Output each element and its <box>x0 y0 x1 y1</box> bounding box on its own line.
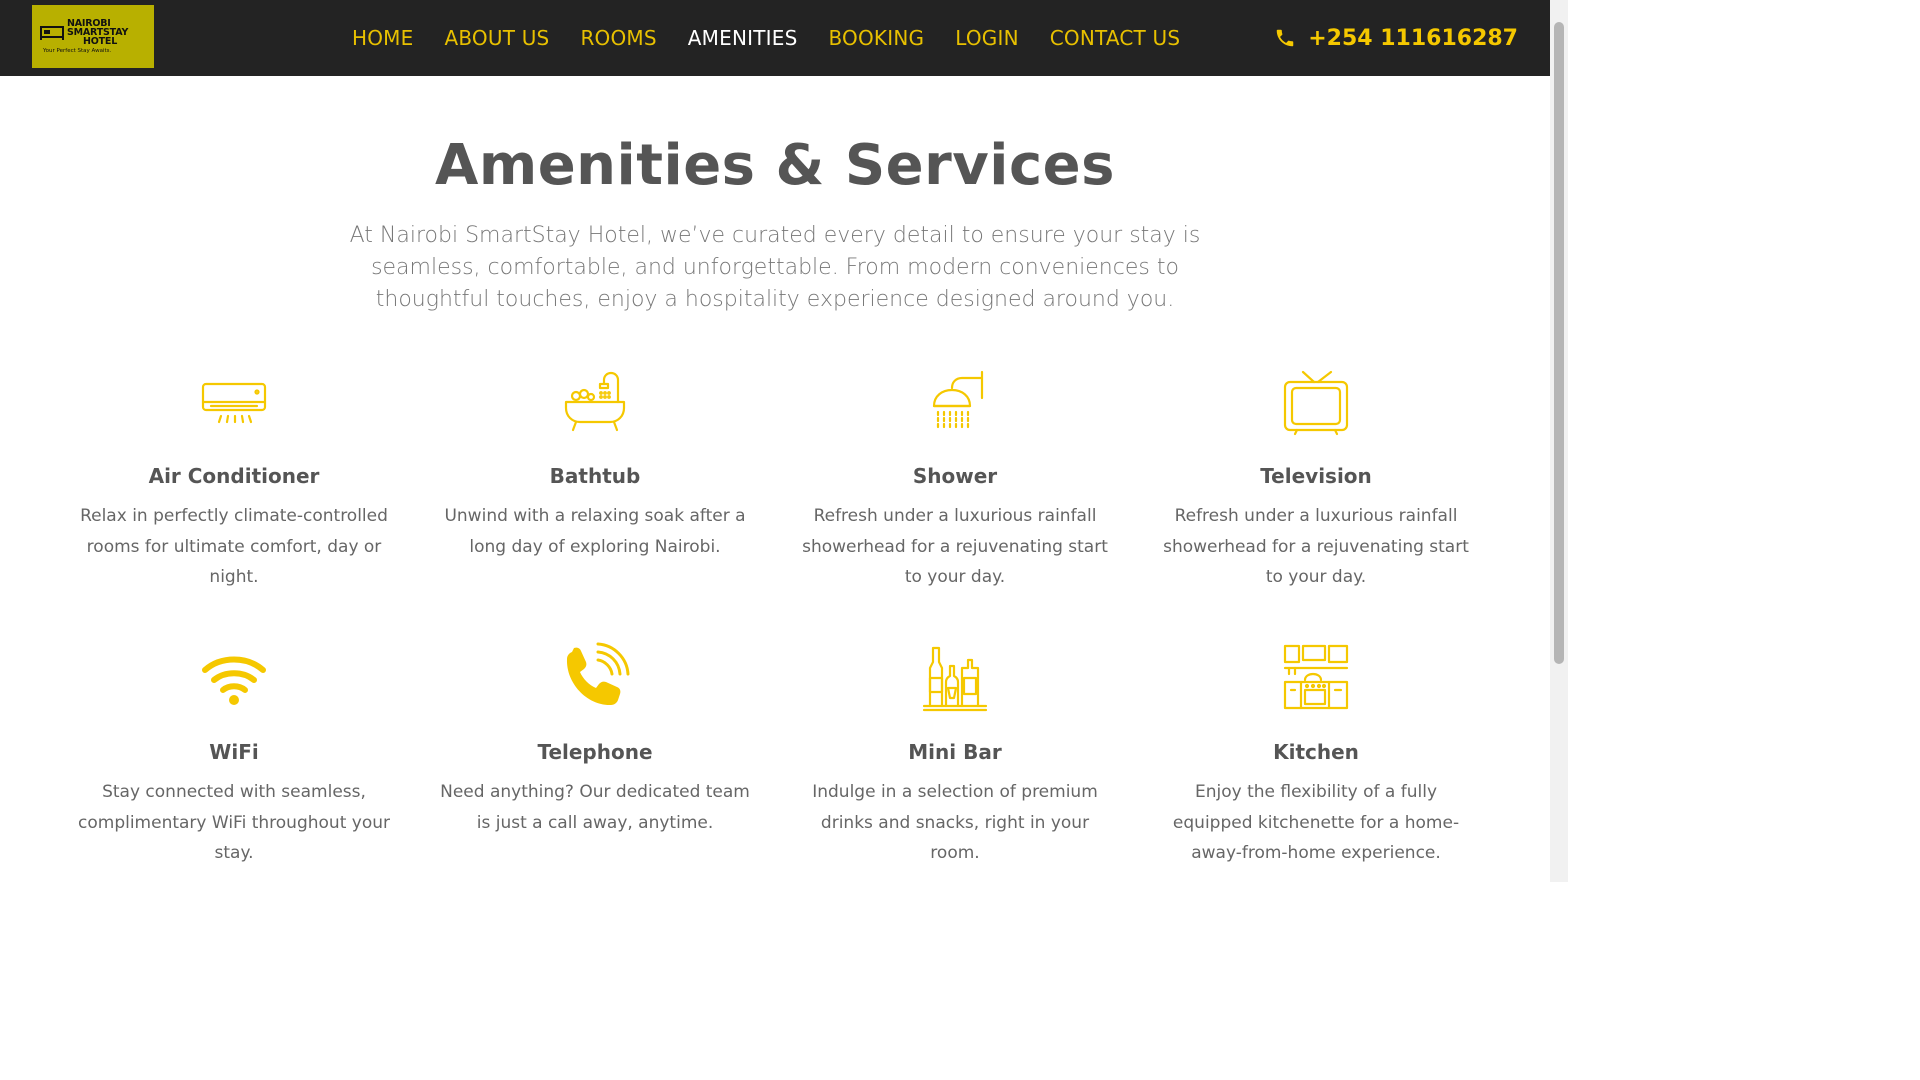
wifi-icon <box>202 656 266 705</box>
amenity-description: Refresh under a luxurious rainfall showe… <box>802 506 1108 587</box>
amenity-description: Need anything? Our dedicated team is jus… <box>440 782 750 833</box>
shower-icon <box>932 370 984 430</box>
phone-icon <box>1276 29 1294 47</box>
amenity-description: Relax in perfectly climate-controlled ro… <box>80 506 388 587</box>
bed-icon <box>40 25 64 40</box>
logo-line-3: HOTEL <box>83 36 118 47</box>
page-title: Amenities & Services <box>435 133 1115 198</box>
amenity-card-kitchen: Kitchen Enjoy the flexibility of a fully… <box>1146 642 1486 869</box>
main-nav: HOME ABOUT US ROOMS AMENITIES BOOKING LO… <box>352 0 1211 76</box>
nav-contact-us[interactable]: CONTACT US <box>1050 26 1181 50</box>
amenity-name: Kitchen <box>1273 740 1359 764</box>
scrollbar-thumb[interactable] <box>1554 22 1564 664</box>
logo-tagline: Your Perfect Stay Awaits. <box>43 48 112 54</box>
telephone-icon <box>566 642 630 706</box>
amenity-description: Refresh under a luxurious rainfall showe… <box>1163 506 1469 587</box>
amenity-card-wifi: WiFi Stay connected with seamless, compl… <box>64 642 404 869</box>
top-navbar: NAIROBI SMARTSTAY HOTEL Your Perfect Sta… <box>0 0 1550 76</box>
amenity-name: Air Conditioner <box>148 464 320 488</box>
amenity-card-bathtub: Bathtub Unwind with a relaxing soak afte… <box>425 366 765 562</box>
page-intro: At Nairobi SmartStay Hotel, we’ve curate… <box>349 223 1201 312</box>
nav-about-us[interactable]: ABOUT US <box>444 26 549 50</box>
amenity-card-shower: Shower Refresh under a luxurious rainfal… <box>785 366 1125 593</box>
amenity-card-telephone: Telephone Need anything? Our dedicated t… <box>425 642 765 838</box>
kitchen-icon <box>1283 644 1349 710</box>
amenity-description: Indulge in a selection of premium drinks… <box>812 782 1098 863</box>
amenity-description: Unwind with a relaxing soak after a long… <box>444 506 746 557</box>
nav-rooms[interactable]: ROOMS <box>580 26 656 50</box>
hotel-logo[interactable]: NAIROBI SMARTSTAY HOTEL Your Perfect Sta… <box>32 5 154 68</box>
mini-bar-icon <box>922 646 988 712</box>
amenity-card-mini-bar: Mini Bar Indulge in a selection of premi… <box>785 642 1125 869</box>
amenity-name: Mini Bar <box>908 740 1002 764</box>
amenity-description: Enjoy the flexibility of a fully equippe… <box>1172 782 1460 863</box>
phone-number: +254 111616287 <box>1308 25 1518 51</box>
nav-login[interactable]: LOGIN <box>955 26 1019 50</box>
amenity-card-television: Television Refresh under a luxurious rai… <box>1146 366 1486 593</box>
amenity-name: Shower <box>912 464 998 488</box>
television-icon <box>1283 370 1349 436</box>
amenity-name: Bathtub <box>549 464 641 488</box>
nav-amenities[interactable]: AMENITIES <box>688 26 798 50</box>
air-conditioner-icon <box>201 382 267 424</box>
nav-booking[interactable]: BOOKING <box>828 26 924 50</box>
amenity-description: Stay connected with seamless, compliment… <box>78 782 390 863</box>
amenity-name: Telephone <box>537 740 653 764</box>
page-scrollbar[interactable] <box>1550 0 1568 882</box>
amenity-name: Television <box>1260 464 1372 488</box>
phone-contact[interactable]: +254 111616287 <box>1274 0 1518 76</box>
amenity-name: WiFi <box>209 740 259 764</box>
bathtub-icon <box>564 371 626 432</box>
amenity-card-air-conditioner: Air Conditioner Relax in perfectly clima… <box>64 366 404 593</box>
nav-home[interactable]: HOME <box>352 26 413 50</box>
